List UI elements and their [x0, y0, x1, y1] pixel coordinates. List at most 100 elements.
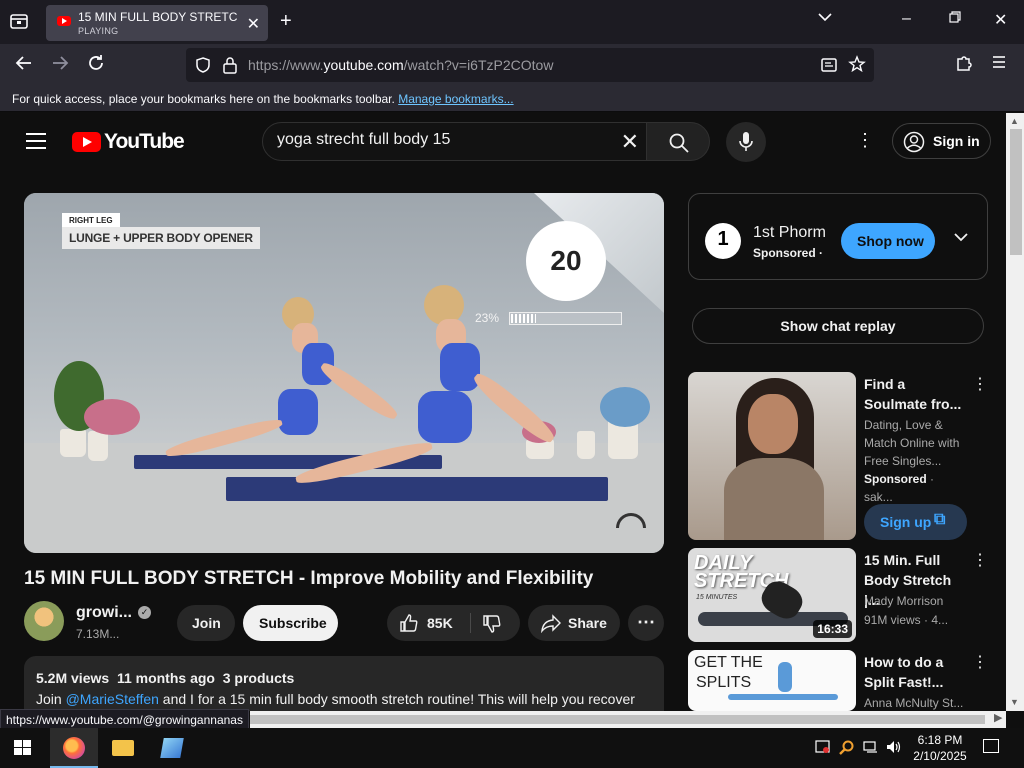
- taskbar-file-explorer[interactable]: [99, 728, 147, 768]
- minimize-icon[interactable]: –: [902, 10, 911, 28]
- taskbar-app[interactable]: [148, 728, 196, 768]
- hamburger-icon[interactable]: [26, 133, 46, 154]
- sign-up-label: Sign up: [880, 514, 932, 530]
- exercise-name-label: LUNGE + UPPER BODY OPENER: [62, 227, 260, 249]
- forward-icon[interactable]: [50, 53, 70, 79]
- clear-search-icon[interactable]: ✕: [621, 129, 639, 155]
- like-button[interactable]: 85K: [387, 605, 470, 641]
- search-input[interactable]: [277, 131, 607, 149]
- security-icon[interactable]: [815, 740, 831, 757]
- shield-icon[interactable]: [194, 56, 212, 79]
- mention-link[interactable]: @MarieSteffen: [66, 691, 159, 707]
- description-rest: and I for a 15 min full body smooth stre…: [158, 691, 635, 707]
- like-icon: [400, 614, 418, 632]
- share-button[interactable]: Share: [528, 605, 620, 641]
- thumbnail-text: GET THE: [694, 654, 763, 671]
- subscribe-button[interactable]: Subscribe: [243, 605, 338, 641]
- url-text[interactable]: https://www.youtube.com/watch?v=i6TzP2CO…: [248, 57, 553, 73]
- scrollbar-thumb[interactable]: [250, 715, 985, 724]
- voice-search-button[interactable]: [726, 122, 766, 162]
- more-actions-button[interactable]: ⋯: [628, 605, 664, 641]
- bookmarks-message: For quick access, place your bookmarks h…: [12, 92, 514, 106]
- search-tray-icon[interactable]: [839, 740, 855, 759]
- chevron-down-icon[interactable]: [817, 10, 833, 29]
- scroll-down-icon[interactable]: ▼: [1010, 697, 1019, 707]
- sign-up-button[interactable]: Sign up ⧉: [864, 504, 967, 540]
- status-bar-url: https://www.youtube.com/@growingannanas: [0, 709, 249, 729]
- network-icon[interactable]: [863, 740, 879, 757]
- scroll-right-icon[interactable]: ▶: [994, 711, 1002, 724]
- star-icon[interactable]: [848, 55, 866, 78]
- search-box[interactable]: ✕: [262, 122, 648, 161]
- products-count[interactable]: 3 products: [223, 670, 295, 686]
- masthead: YouTube ✕ ⋮ Sign in: [0, 113, 1006, 169]
- back-icon[interactable]: [14, 53, 34, 79]
- youtube-logo-text[interactable]: YouTube: [104, 130, 185, 154]
- recommendation-thumbnail[interactable]: [688, 372, 856, 540]
- sponsored-ad-card[interactable]: 1 1st Phorm Sponsored · Shop now: [688, 193, 988, 280]
- kebab-icon[interactable]: ⋮: [972, 550, 988, 570]
- close-tab-icon[interactable]: ✕: [247, 14, 260, 34]
- vertical-scrollbar[interactable]: ▲ ▼: [1006, 113, 1024, 711]
- recommendation-channel[interactable]: Anna McNulty St...: [864, 694, 964, 711]
- system-clock[interactable]: 6:18 PM 2/10/2025: [908, 732, 972, 764]
- join-label: Join: [192, 615, 221, 631]
- horizontal-scrollbar[interactable]: [250, 711, 1006, 728]
- youtube-logo-icon[interactable]: [72, 132, 101, 152]
- tab-list-icon[interactable]: [8, 11, 32, 33]
- search-icon: [669, 133, 689, 153]
- manage-bookmarks-link[interactable]: Manage bookmarks...: [398, 92, 513, 106]
- plant-pot: [577, 431, 595, 459]
- sign-in-button[interactable]: Sign in: [892, 123, 991, 159]
- maximize-icon[interactable]: [948, 10, 962, 29]
- recommendation-thumbnail[interactable]: DAILY STRETCH 15 MINUTES 16:33: [688, 548, 856, 642]
- scroll-up-icon[interactable]: ▲: [1010, 116, 1019, 126]
- reader-view-icon[interactable]: [820, 56, 838, 79]
- close-window-icon[interactable]: ✕: [994, 10, 1007, 30]
- chevron-down-icon[interactable]: [953, 230, 969, 246]
- recommendation-channel[interactable]: Mady Morrison: [864, 592, 964, 610]
- windows-start-icon[interactable]: [14, 740, 32, 756]
- scrollbar-thumb[interactable]: [1010, 129, 1022, 255]
- recommendation-item[interactable]: DAILY STRETCH 15 MINUTES 16:33 15 Min. F…: [688, 548, 988, 643]
- recommendation-title[interactable]: Find a Soulmate fro...: [864, 374, 964, 414]
- menu-icon[interactable]: [990, 53, 1008, 77]
- upload-age: 11 months ago: [116, 670, 215, 686]
- shop-now-button[interactable]: Shop now: [841, 223, 935, 259]
- dislike-button[interactable]: [471, 605, 520, 641]
- description-box[interactable]: 5.2M views 11 months ago 3 products Join…: [24, 656, 664, 711]
- kebab-icon[interactable]: ⋮: [972, 374, 988, 394]
- external-link-icon: ⧉: [934, 511, 946, 528]
- join-button[interactable]: Join: [177, 605, 235, 641]
- taskbar-firefox[interactable]: [50, 728, 98, 768]
- firefox-icon: [63, 737, 85, 759]
- active-tab[interactable]: 15 MIN FULL BODY STRETCH - Improve Mobil…: [46, 5, 268, 41]
- volume-icon[interactable]: [886, 740, 902, 757]
- dislike-icon: [483, 615, 501, 633]
- timer-value: 20: [550, 245, 582, 276]
- kebab-icon[interactable]: ⋮: [972, 652, 988, 672]
- settings-kebab-icon[interactable]: ⋮: [856, 130, 874, 151]
- recommendation-item[interactable]: GET THE SPLITS How to do a Split Fast!..…: [688, 650, 988, 711]
- plus-icon[interactable]: +: [280, 10, 292, 33]
- shop-now-label: Shop now: [857, 233, 924, 249]
- reload-icon[interactable]: [86, 53, 106, 79]
- lock-icon[interactable]: [222, 56, 238, 79]
- mic-icon: [739, 132, 753, 151]
- search-button[interactable]: [646, 122, 710, 161]
- video-player[interactable]: RIGHT LEG LUNGE + UPPER BODY OPENER 20 2…: [24, 193, 664, 553]
- channel-avatar[interactable]: [24, 601, 64, 641]
- thumbnail-figure: [778, 662, 792, 692]
- show-chat-replay-button[interactable]: Show chat replay: [692, 308, 984, 344]
- extensions-icon[interactable]: [954, 53, 974, 79]
- video-title: 15 MIN FULL BODY STRETCH - Improve Mobil…: [24, 568, 594, 589]
- channel-name[interactable]: growi...: [76, 604, 132, 622]
- advertiser-name: 1st Phorm: [753, 224, 826, 241]
- address-bar[interactable]: https://www.youtube.com/watch?v=i6TzP2CO…: [186, 48, 874, 82]
- thumbnail-text: 15 MINUTES: [696, 594, 738, 601]
- windows-taskbar: 6:18 PM 2/10/2025: [0, 728, 1024, 768]
- like-dislike-group: 85K: [387, 605, 520, 641]
- recommendation-thumbnail[interactable]: GET THE SPLITS: [688, 650, 856, 711]
- recommendation-title[interactable]: How to do a Split Fast!...: [864, 652, 964, 692]
- notification-icon[interactable]: [983, 739, 999, 753]
